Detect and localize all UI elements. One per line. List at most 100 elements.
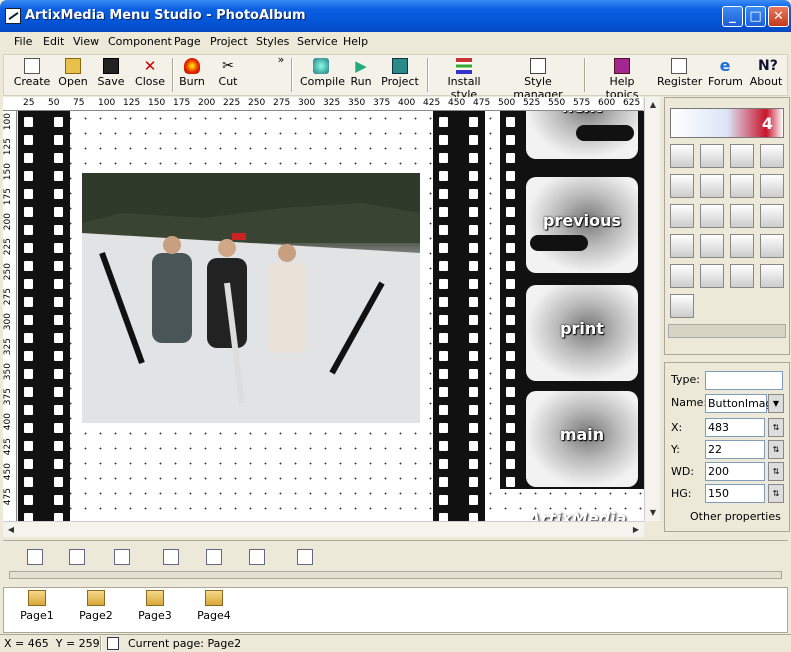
- shape-icon[interactable]: [730, 174, 754, 198]
- y-spinner-icon[interactable]: ⇅: [768, 440, 784, 459]
- text-style-icon[interactable]: [670, 144, 694, 168]
- create-button[interactable]: Create: [13, 55, 51, 95]
- arrow-right-icon[interactable]: [760, 264, 784, 288]
- wd-field[interactable]: 200: [705, 462, 765, 481]
- main-toolbar: Create Open Save ✕ Close Burn ✂ Cut » Comp…: [3, 53, 788, 101]
- scroll-left-arrow[interactable]: ◀: [3, 522, 19, 538]
- previous-nav-button[interactable]: previous: [526, 177, 638, 273]
- menu-component[interactable]: Component: [108, 35, 172, 48]
- y-field[interactable]: 22: [705, 440, 765, 459]
- vertical-scrollbar[interactable]: ▲ ▼: [644, 97, 660, 521]
- page-item[interactable]: Page4: [189, 590, 239, 622]
- ruler-tick-label: 200: [3, 213, 13, 231]
- hg-field[interactable]: 150: [705, 484, 765, 503]
- move-page-right-icon[interactable]: [206, 549, 222, 565]
- rect-icon[interactable]: [730, 204, 754, 228]
- install-style-button[interactable]: Install style: [434, 55, 494, 101]
- minimize-button[interactable]: _: [722, 6, 743, 27]
- film-hole: [24, 441, 33, 451]
- arrow-lr-icon[interactable]: [730, 264, 754, 288]
- page-item[interactable]: Page2: [71, 590, 121, 622]
- register-button[interactable]: Register: [657, 55, 702, 95]
- design-canvas[interactable]: next previous print main ArtixMedia: [18, 111, 644, 521]
- film-hole: [506, 153, 515, 163]
- maximize-button[interactable]: □: [745, 6, 766, 27]
- image2-icon[interactable]: [700, 264, 724, 288]
- menu-project[interactable]: Project: [210, 35, 248, 48]
- forum-button[interactable]: e Forum: [708, 55, 743, 95]
- button-icon[interactable]: [670, 234, 694, 258]
- ruler-tick-label: 600: [598, 98, 616, 108]
- close-window-button[interactable]: ✕: [768, 6, 789, 27]
- ruler-tick-label: 175: [173, 98, 191, 108]
- close-button[interactable]: ✕ Close: [133, 55, 167, 95]
- ski-photo[interactable]: [82, 173, 420, 423]
- type-field[interactable]: [705, 371, 783, 390]
- menu-file[interactable]: File: [14, 35, 32, 48]
- x-spinner-icon[interactable]: ⇅: [768, 418, 784, 437]
- next-nav-button[interactable]: next: [526, 111, 638, 159]
- film-hole: [54, 117, 63, 127]
- menu-styles[interactable]: Styles: [256, 35, 289, 48]
- cut-button[interactable]: ✂ Cut: [215, 55, 241, 95]
- run-button[interactable]: ▶ Run: [348, 55, 374, 95]
- menu-edit[interactable]: Edit: [43, 35, 64, 48]
- save-button[interactable]: Save: [95, 55, 127, 95]
- page-item[interactable]: Page1: [12, 590, 62, 622]
- name-dropdown-arrow-icon[interactable]: ▼: [768, 394, 784, 413]
- html-icon[interactable]: [760, 144, 784, 168]
- ruler-tick-label: 500: [498, 98, 516, 108]
- about-button[interactable]: N? About: [748, 55, 784, 95]
- menu-page[interactable]: Page: [174, 35, 201, 48]
- print-nav-button[interactable]: print: [526, 285, 638, 381]
- toolbar-overflow[interactable]: »: [276, 53, 286, 93]
- new-page-icon[interactable]: [27, 549, 43, 565]
- delete-page-icon[interactable]: [69, 549, 85, 565]
- shapes-icon[interactable]: [760, 174, 784, 198]
- film-hole: [469, 207, 478, 217]
- title-bar[interactable]: ArtixMedia Menu Studio - PhotoAlbum _ □ …: [0, 0, 791, 32]
- film-hole: [506, 459, 515, 469]
- font-icon[interactable]: [730, 144, 754, 168]
- copy-page-icon[interactable]: [249, 549, 265, 565]
- compile-button[interactable]: Compile: [300, 55, 345, 95]
- wd-spinner-icon[interactable]: ⇅: [768, 462, 784, 481]
- menu-help[interactable]: Help: [343, 35, 368, 48]
- page-properties-icon[interactable]: [297, 549, 313, 565]
- scroll-up-arrow[interactable]: ▲: [645, 97, 661, 113]
- other-properties-button[interactable]: Other properties: [690, 510, 781, 523]
- help-topics-button[interactable]: Help topics: [592, 55, 652, 101]
- button-left-icon[interactable]: [730, 234, 754, 258]
- x-field[interactable]: 483: [705, 418, 765, 437]
- horizontal-scrollbar[interactable]: ◀ ▶: [3, 521, 644, 537]
- button-right-icon[interactable]: [760, 234, 784, 258]
- ellipse-icon[interactable]: [700, 204, 724, 228]
- media-icon[interactable]: [670, 294, 694, 318]
- ruler-tick-label: 525: [523, 98, 541, 108]
- hg-spinner-icon[interactable]: ⇅: [768, 484, 784, 503]
- move-page-left-icon[interactable]: [163, 549, 179, 565]
- scroll-right-arrow[interactable]: ▶: [628, 522, 644, 538]
- image-icon[interactable]: [670, 264, 694, 288]
- star-icon[interactable]: [670, 204, 694, 228]
- rounded-rect-icon[interactable]: [760, 204, 784, 228]
- scroll-down-arrow[interactable]: ▼: [645, 505, 661, 521]
- text-icon[interactable]: [700, 144, 724, 168]
- project-button[interactable]: Project: [380, 55, 420, 95]
- eye-hand-icon[interactable]: [700, 174, 724, 198]
- menu-bar: File Edit View Component Page Project St…: [0, 32, 791, 52]
- main-nav-button[interactable]: main: [526, 391, 638, 487]
- button2-icon[interactable]: [700, 234, 724, 258]
- ruler-tick-label: 100: [98, 98, 116, 108]
- menu-service[interactable]: Service: [297, 35, 338, 48]
- ruler-tick-label: 225: [223, 98, 241, 108]
- duplicate-page-icon[interactable]: [114, 549, 130, 565]
- open-button[interactable]: Open: [57, 55, 89, 95]
- film-hole: [439, 459, 448, 469]
- name-select[interactable]: ButtonImag: [705, 394, 773, 413]
- style-manager-button[interactable]: Style manager: [500, 55, 576, 101]
- burn-button[interactable]: Burn: [177, 55, 207, 95]
- eye-icon[interactable]: [670, 174, 694, 198]
- menu-view[interactable]: View: [73, 35, 99, 48]
- page-item[interactable]: Page3: [130, 590, 180, 622]
